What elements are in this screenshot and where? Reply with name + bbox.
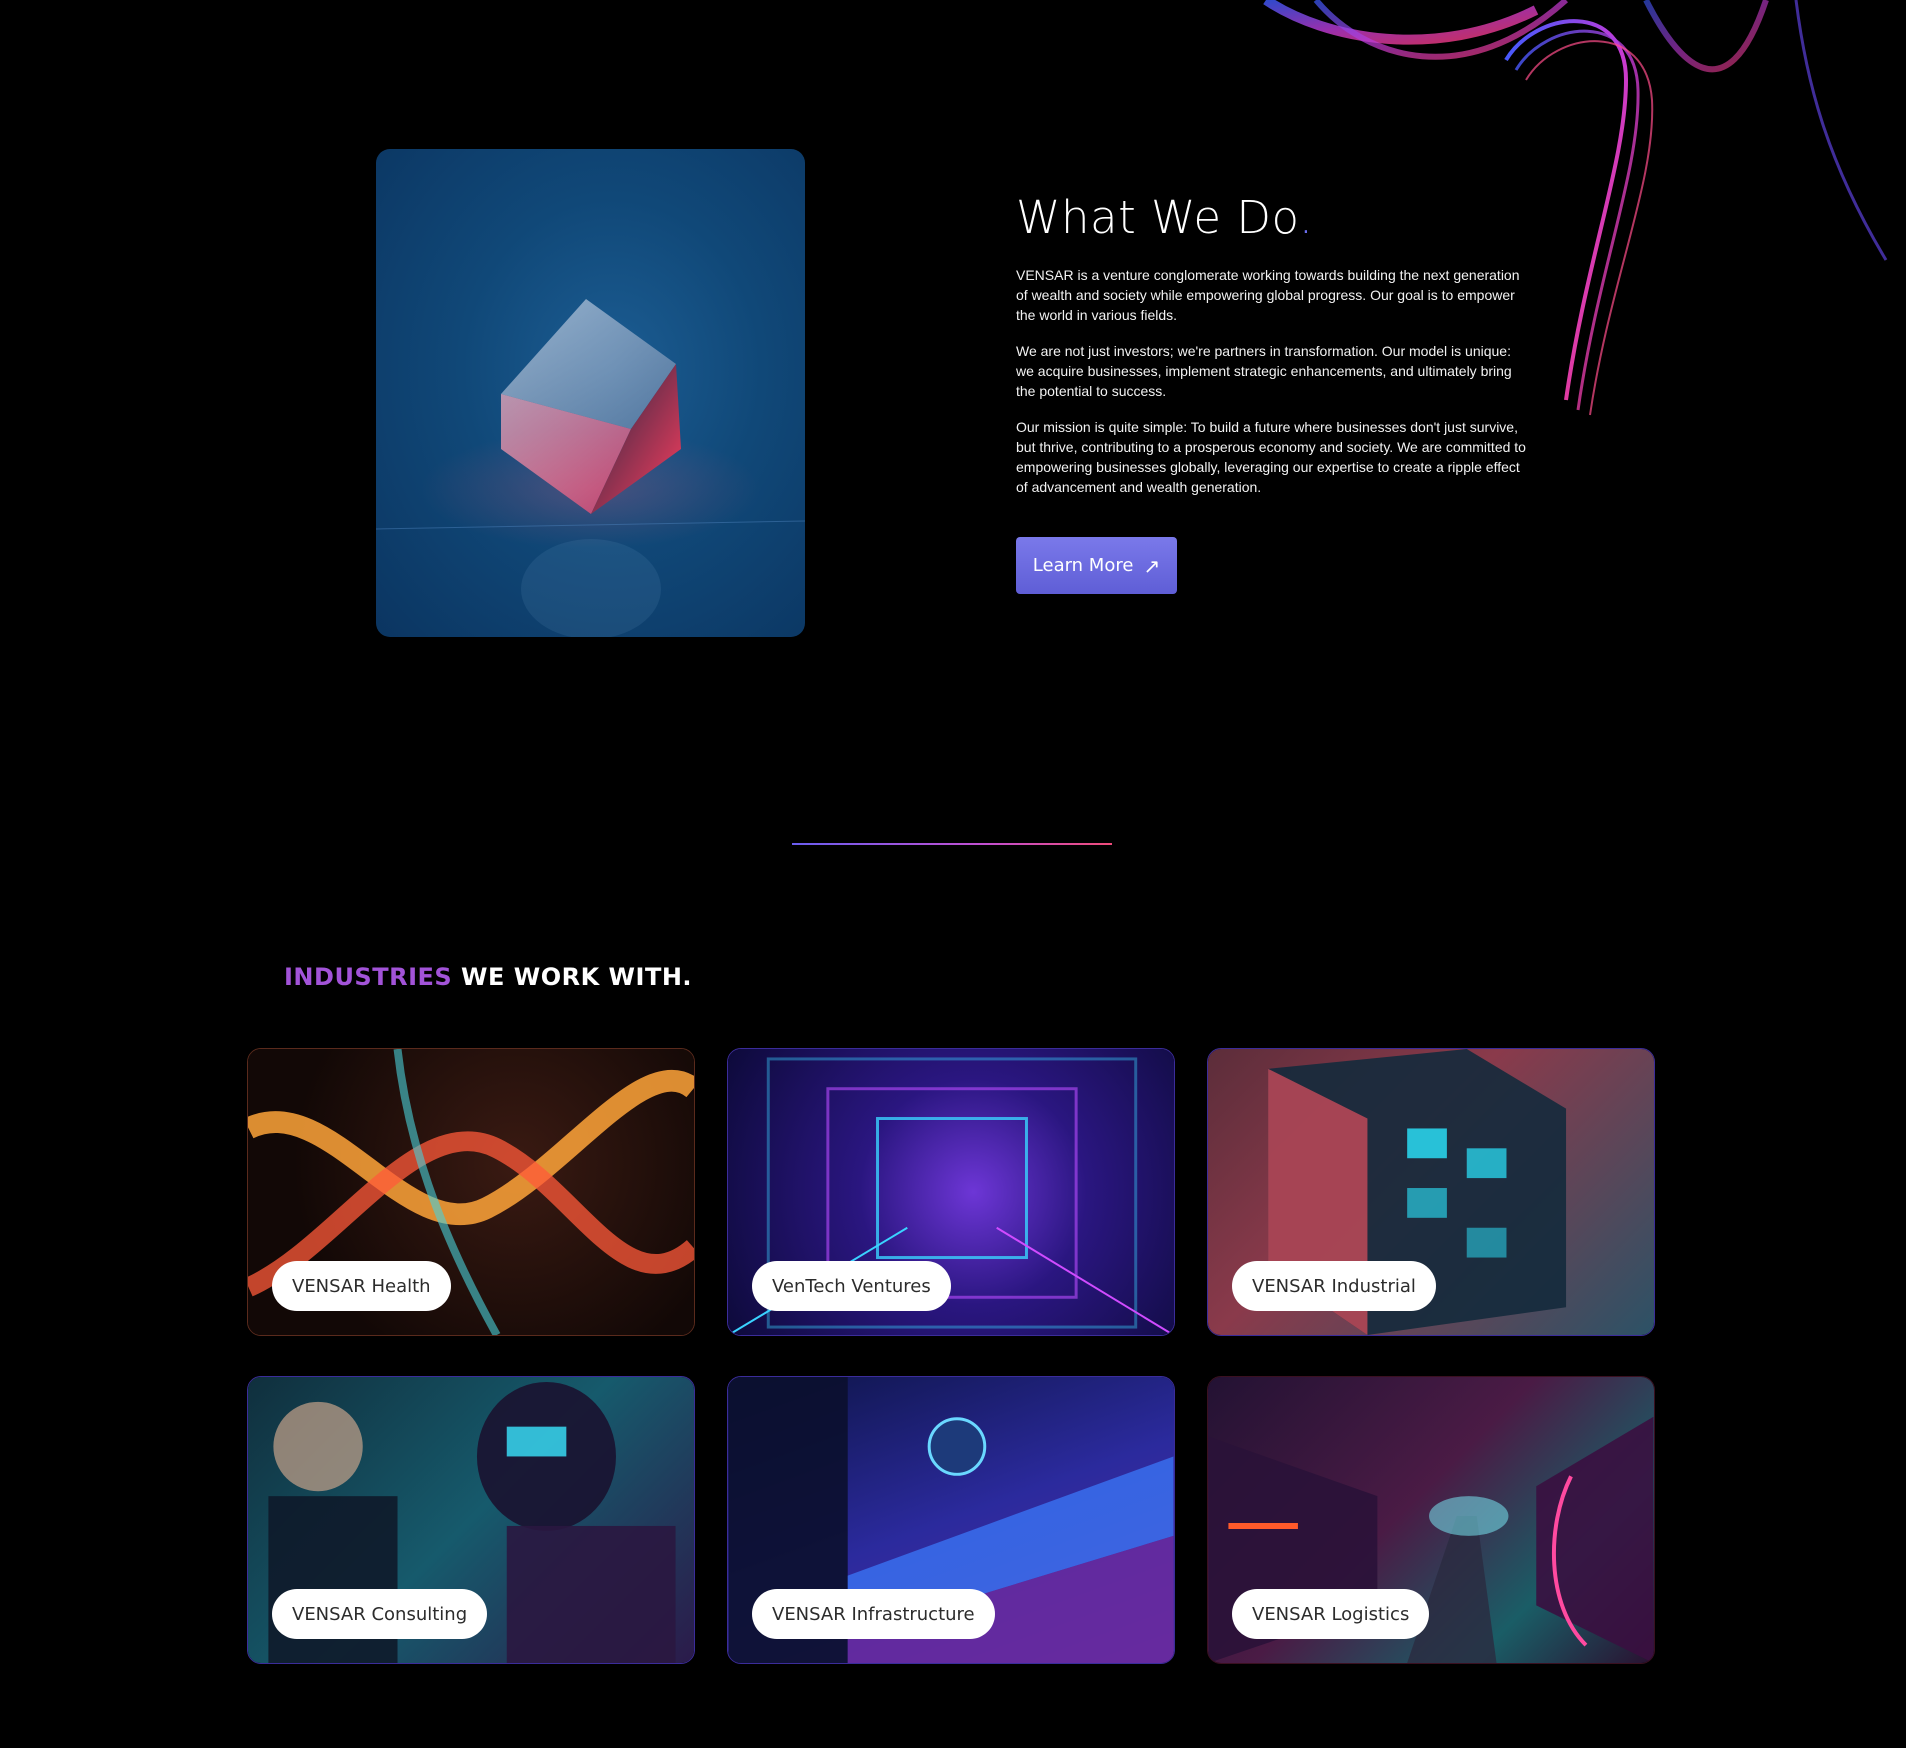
industry-label: VENSAR Health [272,1261,451,1311]
title-dot: . [1298,191,1314,244]
model-paragraph: We are not just investors; we're partner… [1016,343,1512,399]
industry-card-logistics[interactable]: VENSAR Logistics [1207,1376,1655,1664]
arrow-up-right-icon: ↗ [1143,553,1161,578]
industry-card-industrial[interactable]: VENSAR Industrial [1207,1048,1655,1336]
section-divider [792,843,1112,845]
what-we-do-section: What We Do. VENSAR is a venture conglome… [1016,190,1526,497]
industry-label: VENSAR Consulting [272,1589,488,1639]
industry-label: VENSAR Infrastructure [752,1589,995,1639]
crystal-cube-image [376,149,805,637]
intro-paragraph: VENSAR is a venture conglomerate working… [1016,267,1520,323]
mission-paragraph: Our mission is quite simple: To build a … [1016,419,1526,495]
industry-card-ventech[interactable]: VenTech Ventures [727,1048,1175,1336]
industry-label: VenTech Ventures [752,1261,951,1311]
industry-card-infrastructure[interactable]: VENSAR Infrastructure [727,1376,1175,1664]
industry-label: VENSAR Logistics [1232,1589,1430,1639]
industry-label: VENSAR Industrial [1232,1261,1436,1311]
industry-card-consulting[interactable]: VENSAR Consulting [247,1376,695,1664]
learn-more-label: Learn More [1032,555,1134,576]
industry-card-health[interactable]: VENSAR Health [247,1048,695,1336]
industries-heading: INDUSTRIES WE WORK WITH. [284,963,693,991]
learn-more-button[interactable]: Learn More ↗ [1016,537,1177,594]
page-title: What We Do. [1016,191,1314,244]
